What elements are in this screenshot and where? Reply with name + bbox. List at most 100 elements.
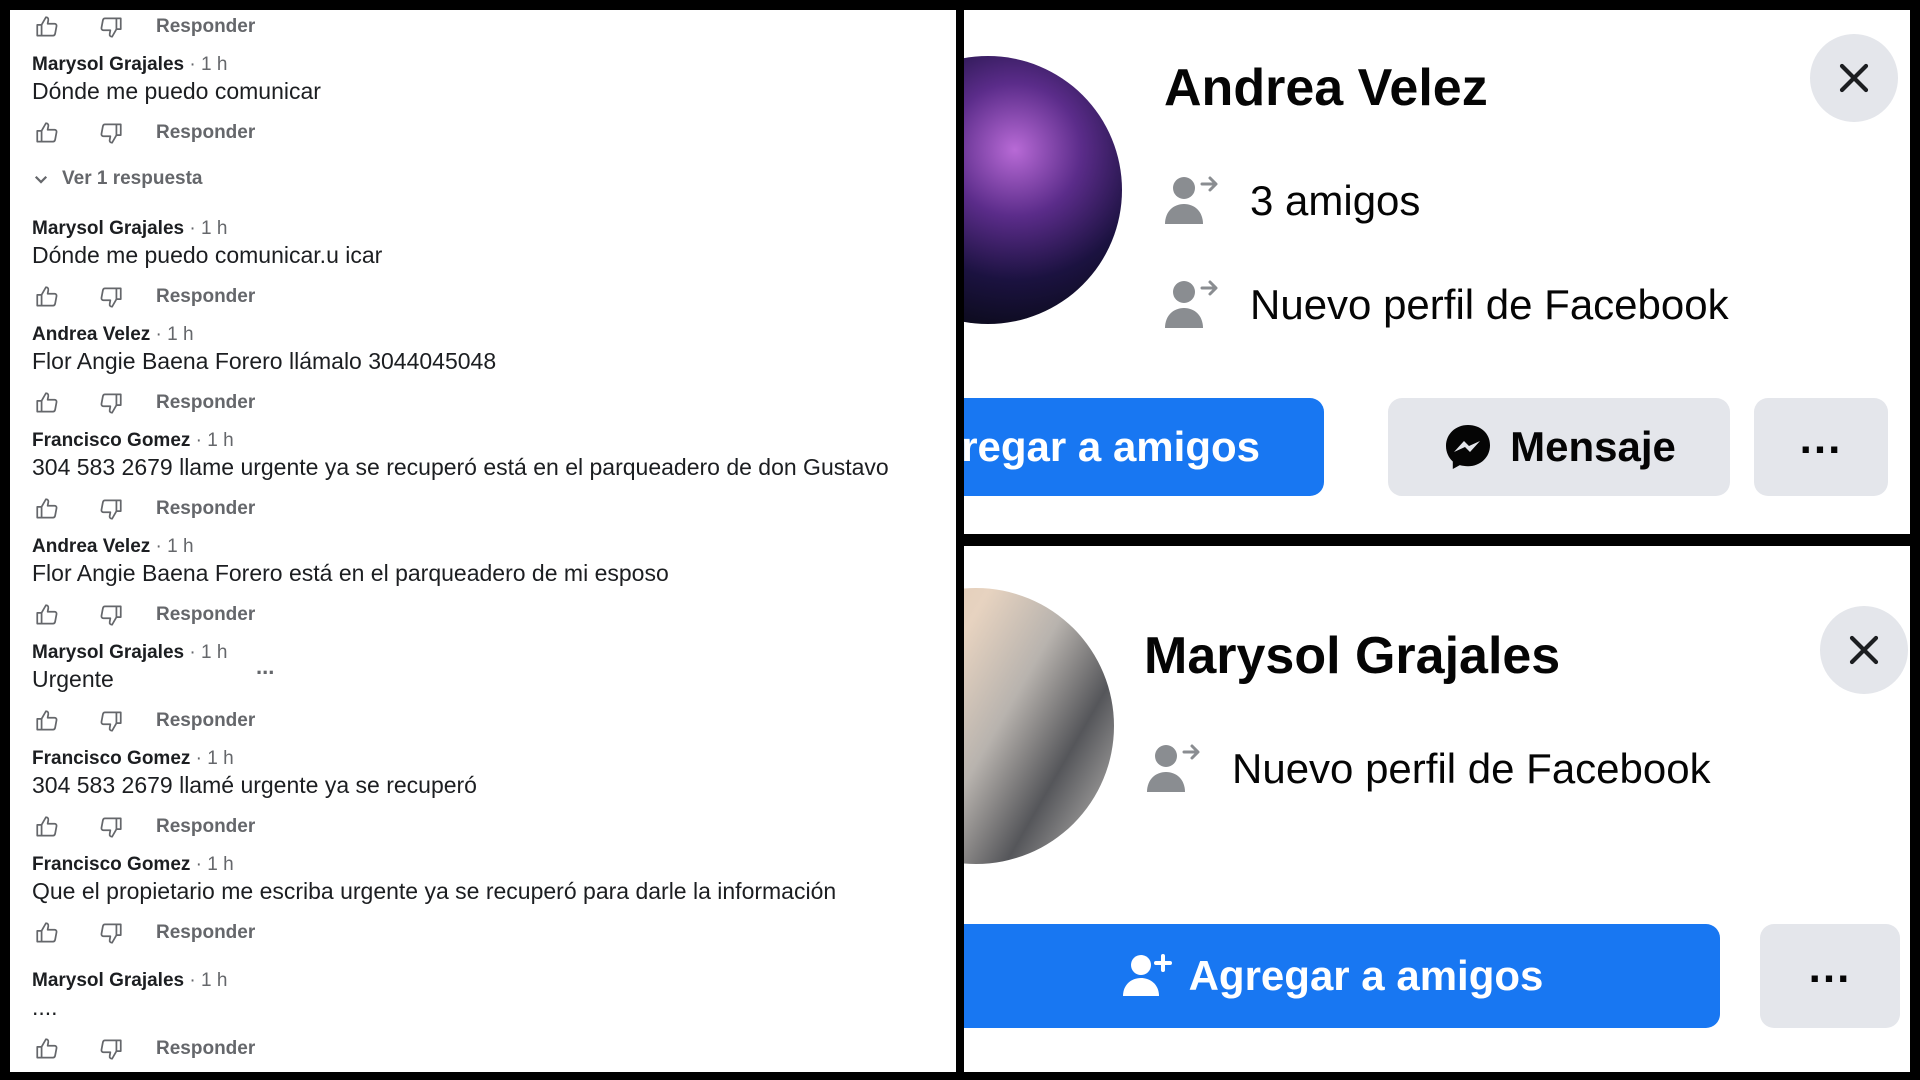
comment-time[interactable]: 1 h	[207, 430, 233, 451]
comment-text: Que el propietario me escriba urgente ya…	[32, 878, 837, 904]
friends-count-row: 3 amigos	[1162, 172, 1420, 230]
thumbs-up-icon[interactable]	[32, 812, 62, 842]
comment-text: Dónde me puedo comunicar.u icar	[32, 242, 383, 268]
comment-author[interactable]: Francisco Gomez	[32, 854, 190, 875]
profile-name[interactable]: Marysol Grajales	[1144, 626, 1560, 686]
thumbs-up-icon[interactable]	[32, 600, 62, 630]
profile-status-row: Nuevo perfil de Facebook	[1162, 276, 1729, 334]
more-options-label: ...	[1808, 943, 1852, 992]
comment-actions: Responder	[32, 494, 255, 524]
comment-time[interactable]: 1 h	[167, 536, 193, 557]
profile-card-andrea: Andrea Velez 3 amigos Nuevo perfil de Fa…	[964, 10, 1910, 534]
thumbs-up-icon[interactable]	[32, 1034, 62, 1064]
thumbs-up-icon[interactable]	[32, 388, 62, 418]
comment-meta: Marysol Grajales · 1 h	[32, 218, 228, 239]
messenger-icon	[1446, 425, 1491, 469]
comment-meta: Marysol Grajales · 1 h	[32, 54, 228, 75]
message-label: Mensaje	[1510, 423, 1676, 470]
reply-button[interactable]: Responder	[156, 122, 255, 144]
comment-actions: Responder	[32, 918, 255, 948]
comment-meta: Francisco Gomez · 1 h	[32, 748, 234, 769]
comment-author[interactable]: Marysol Grajales	[32, 218, 184, 239]
thumbs-up-icon[interactable]	[32, 12, 62, 42]
friends-count: 3 amigos	[1250, 177, 1421, 224]
thumbs-down-icon[interactable]	[96, 706, 126, 736]
comment-author[interactable]: Marysol Grajales	[32, 54, 184, 75]
comment-meta: Francisco Gomez · 1 h	[32, 430, 234, 451]
comment-time[interactable]: 1 h	[207, 854, 233, 875]
comment-time[interactable]: 1 h	[207, 748, 233, 769]
thumbs-up-icon[interactable]	[32, 706, 62, 736]
comment-author[interactable]: Marysol Grajales	[32, 970, 184, 991]
person-arrow-icon	[1147, 744, 1200, 792]
reply-button[interactable]: Responder	[156, 816, 255, 838]
message-button[interactable]: Mensaje	[1388, 398, 1730, 496]
reply-button[interactable]: Responder	[156, 1038, 255, 1060]
reply-button[interactable]: Responder	[156, 710, 255, 732]
comment-time[interactable]: 1 h	[201, 54, 227, 75]
comment-time[interactable]: 1 h	[201, 642, 227, 663]
thumbs-down-icon[interactable]	[96, 918, 126, 948]
person-arrow-icon	[1165, 280, 1218, 328]
thumbs-down-icon[interactable]	[96, 388, 126, 418]
reply-button[interactable]: Responder	[156, 498, 255, 520]
comment-text: ....	[32, 994, 58, 1020]
thumbs-down-icon[interactable]	[96, 494, 126, 524]
comment-actions: Responder	[32, 118, 255, 148]
avatar[interactable]	[964, 588, 1114, 864]
comment-author[interactable]: Andrea Velez	[32, 324, 150, 345]
reply-button[interactable]: Responder	[156, 16, 255, 38]
thumbs-up-icon[interactable]	[32, 118, 62, 148]
profile-name[interactable]: Andrea Velez	[1164, 58, 1488, 118]
reply-button[interactable]: Responder	[156, 604, 255, 626]
comment-meta: Marysol Grajales · 1 h	[32, 970, 228, 991]
close-button[interactable]	[1820, 606, 1908, 694]
comment-text: Flor Angie Baena Forero está en el parqu…	[32, 560, 669, 586]
thumbs-down-icon[interactable]	[96, 282, 126, 312]
thumbs-down-icon[interactable]	[96, 600, 126, 630]
more-options-button[interactable]: ...	[1754, 398, 1888, 496]
profile-status: Nuevo perfil de Facebook	[1250, 281, 1729, 328]
more-options-button[interactable]: ...	[1760, 924, 1900, 1028]
reply-button[interactable]: Responder	[156, 392, 255, 414]
comment-text: Flor Angie Baena Forero llámalo 30440450…	[32, 348, 497, 374]
chevron-down-icon	[34, 175, 48, 184]
comment-actions: Responder	[32, 600, 255, 630]
reply-button[interactable]: Responder	[156, 286, 255, 308]
comment-actions: Responder	[32, 812, 255, 842]
close-icon	[1849, 635, 1879, 665]
comment-meta: Andrea Velez · 1 h	[32, 536, 194, 557]
thumbs-down-icon[interactable]	[96, 12, 126, 42]
comment-text: Dónde me puedo comunicar	[32, 78, 321, 104]
add-friend-button[interactable]: Agregar a amigos	[964, 924, 1720, 1028]
add-friend-button[interactable]: Agregar a amigos	[964, 398, 1324, 496]
thumbs-down-icon[interactable]	[96, 812, 126, 842]
view-replies-button[interactable]: Ver 1 respuesta	[32, 168, 202, 190]
comment-time[interactable]: 1 h	[201, 970, 227, 991]
avatar[interactable]	[964, 56, 1122, 324]
comment-text: 304 583 2679 llamé urgente ya se recuper…	[32, 772, 477, 798]
comment-meta: Francisco Gomez · 1 h	[32, 854, 234, 875]
thumbs-down-icon[interactable]	[96, 1034, 126, 1064]
comment-author[interactable]: Francisco Gomez	[32, 748, 190, 769]
reply-button[interactable]: Responder	[156, 922, 255, 944]
add-friend-label: Agregar a amigos	[1188, 952, 1544, 999]
comment-actions: Responder	[32, 706, 255, 736]
comment-actions: Responder	[32, 12, 255, 42]
comment-time[interactable]: 1 h	[201, 218, 227, 239]
comment-meta: Andrea Velez · 1 h	[32, 324, 194, 345]
comment-more-button[interactable]: ...	[256, 654, 274, 680]
add-friend-label: Agregar a amigos	[964, 423, 1260, 470]
add-person-icon	[1122, 954, 1172, 996]
more-options-label: ...	[1799, 414, 1843, 463]
thumbs-up-icon[interactable]	[32, 494, 62, 524]
thumbs-down-icon[interactable]	[96, 118, 126, 148]
comments-panel: Responder Marysol Grajales · 1 h Dónde m…	[10, 10, 956, 1072]
comment-author[interactable]: Marysol Grajales	[32, 642, 184, 663]
comment-author[interactable]: Francisco Gomez	[32, 430, 190, 451]
comment-time[interactable]: 1 h	[167, 324, 193, 345]
comment-author[interactable]: Andrea Velez	[32, 536, 150, 557]
thumbs-up-icon[interactable]	[32, 282, 62, 312]
close-button[interactable]	[1810, 34, 1898, 122]
thumbs-up-icon[interactable]	[32, 918, 62, 948]
